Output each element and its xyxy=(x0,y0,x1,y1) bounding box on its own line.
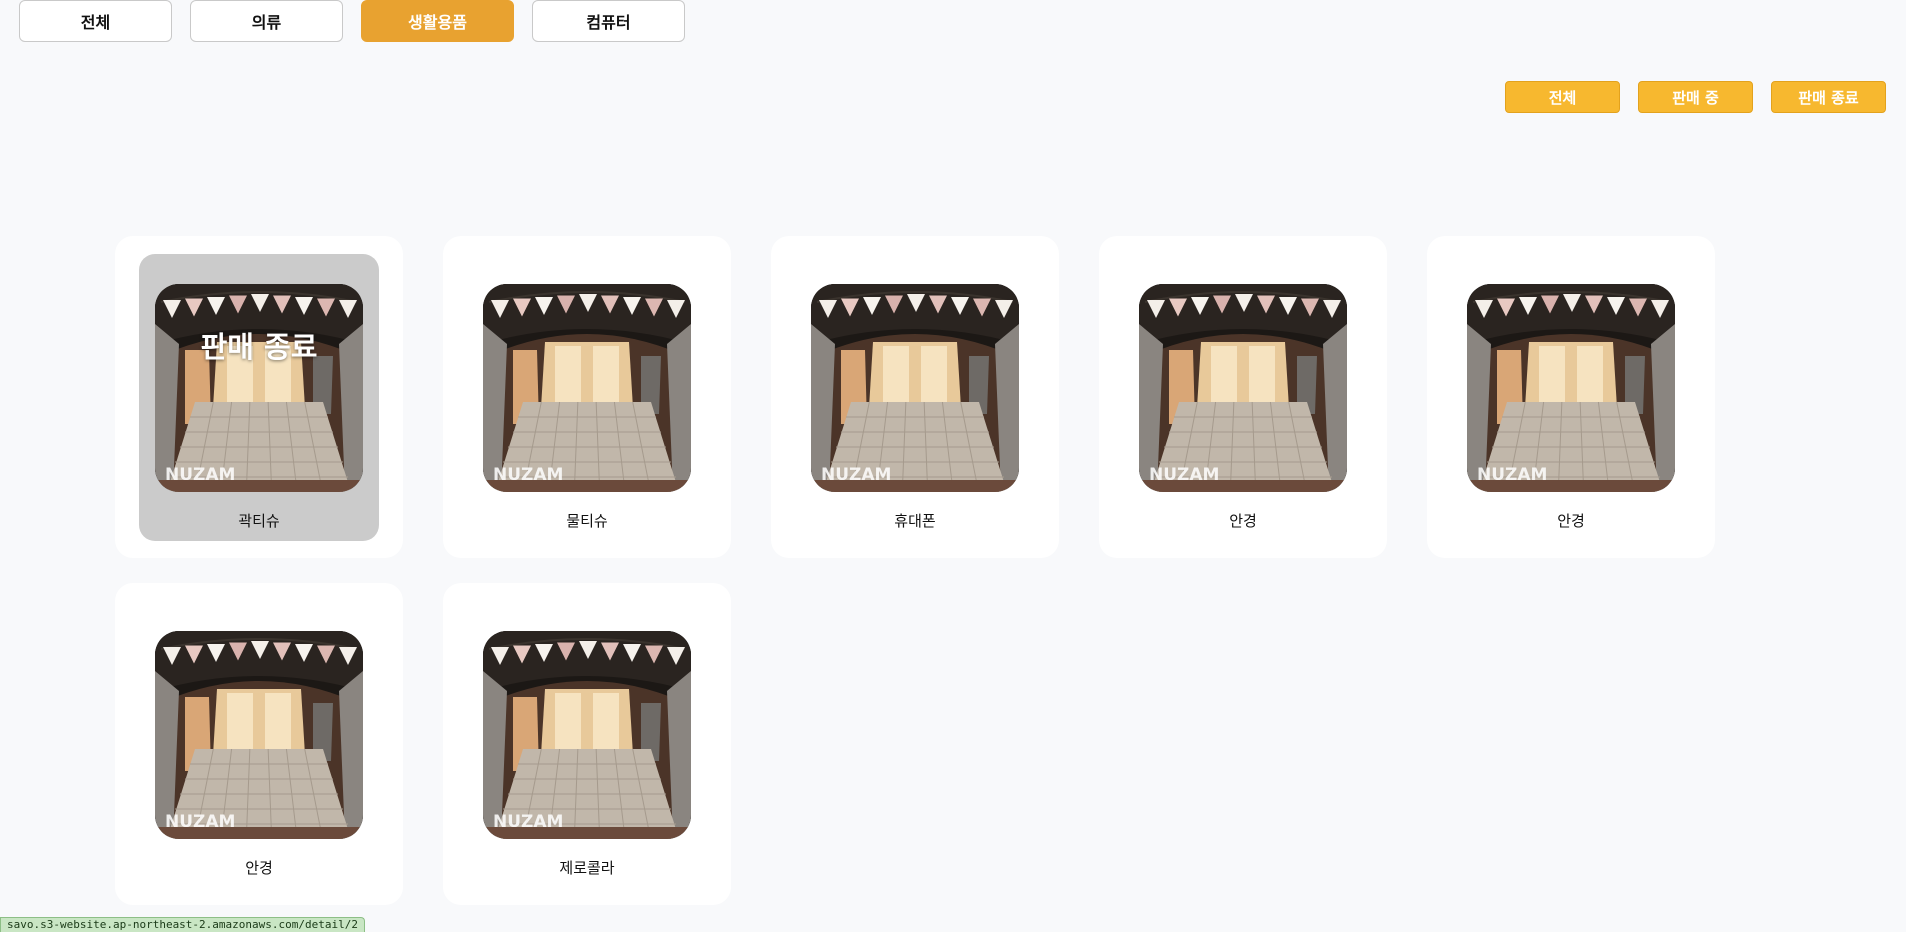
status-filters: 전체 판매 중 판매 종료 xyxy=(1505,81,1886,113)
status-all-button[interactable]: 전체 xyxy=(1505,81,1620,113)
product-image: NUZAM xyxy=(155,631,363,839)
product-name: 곽티슈 xyxy=(238,512,280,530)
product-image: NUZAM xyxy=(1139,284,1347,492)
svg-text:NUZAM: NUZAM xyxy=(1149,465,1219,485)
svg-text:NUZAM: NUZAM xyxy=(1477,465,1547,485)
product-card[interactable]: NUZAM 판매 종료 곽티슈 xyxy=(115,236,403,558)
status-on-sale-button[interactable]: 판매 중 xyxy=(1638,81,1753,113)
product-name: 휴대폰 xyxy=(894,512,936,530)
status-ended-button[interactable]: 판매 종료 xyxy=(1771,81,1886,113)
product-card[interactable]: NUZAM 안경 xyxy=(1099,236,1387,558)
product-card[interactable]: NUZAM 안경 xyxy=(1427,236,1715,558)
category-household-button[interactable]: 생활용품 xyxy=(361,0,514,42)
svg-text:NUZAM: NUZAM xyxy=(493,465,563,485)
product-name: 제로콜라 xyxy=(559,859,615,877)
svg-text:NUZAM: NUZAM xyxy=(165,465,235,485)
product-name: 안경 xyxy=(1557,512,1585,530)
svg-text:NUZAM: NUZAM xyxy=(493,812,563,832)
category-computer-button[interactable]: 컴퓨터 xyxy=(532,0,685,42)
svg-text:NUZAM: NUZAM xyxy=(165,812,235,832)
svg-text:NUZAM: NUZAM xyxy=(821,465,891,485)
product-image: NUZAM xyxy=(1467,284,1675,492)
category-all-button[interactable]: 전체 xyxy=(19,0,172,42)
category-tabs: 전체 의류 생활용품 컴퓨터 xyxy=(19,0,685,42)
product-card[interactable]: NUZAM 안경 xyxy=(115,583,403,905)
product-card[interactable]: NUZAM 물티슈 xyxy=(443,236,731,558)
product-image: NUZAM xyxy=(483,631,691,839)
product-name: 안경 xyxy=(1229,512,1257,530)
product-card[interactable]: NUZAM 제로콜라 xyxy=(443,583,731,905)
category-clothing-button[interactable]: 의류 xyxy=(190,0,343,42)
product-name: 안경 xyxy=(245,859,273,877)
product-image: NUZAM xyxy=(483,284,691,492)
product-card[interactable]: NUZAM 휴대폰 xyxy=(771,236,1059,558)
link-status-bar: savo.s3-website.ap-northeast-2.amazonaws… xyxy=(0,917,365,932)
sold-out-overlay: 판매 종료 xyxy=(200,330,318,364)
product-image: NUZAM xyxy=(811,284,1019,492)
product-name: 물티슈 xyxy=(566,512,608,530)
product-grid: NUZAM 판매 종료 곽티슈 NUZAM 물티슈 NUZAM 휴대폰 NUZA… xyxy=(115,236,1715,905)
product-image: NUZAM xyxy=(155,284,363,492)
